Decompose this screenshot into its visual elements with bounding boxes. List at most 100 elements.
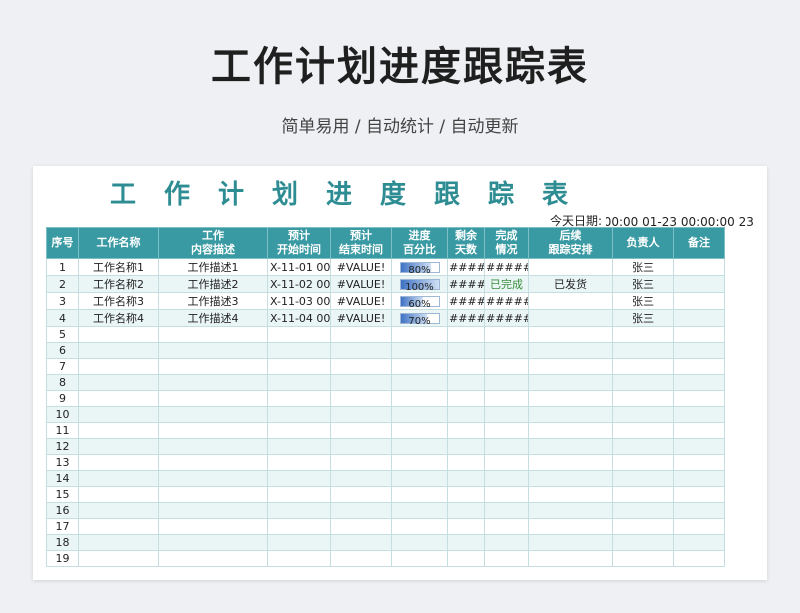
cell-empty[interactable]: [391, 374, 448, 391]
cell-empty[interactable]: [158, 438, 268, 455]
cell-follow[interactable]: 已发货: [528, 275, 613, 293]
cell-empty[interactable]: [484, 390, 529, 407]
cell-empty[interactable]: [158, 502, 268, 519]
cell-empty[interactable]: [78, 518, 159, 535]
cell-empty[interactable]: [612, 454, 674, 471]
cell-desc[interactable]: 工作描述4: [158, 309, 268, 327]
cell-empty[interactable]: [528, 358, 613, 375]
cell-empty[interactable]: [484, 518, 529, 535]
cell-empty[interactable]: [158, 534, 268, 551]
cell-empty[interactable]: [484, 502, 529, 519]
cell-end[interactable]: #VALUE!: [330, 258, 392, 276]
cell-empty[interactable]: [673, 454, 725, 471]
cell-empty[interactable]: [267, 454, 331, 471]
cell-empty[interactable]: [330, 454, 392, 471]
cell-empty[interactable]: [330, 534, 392, 551]
cell-empty[interactable]: [330, 406, 392, 423]
cell-empty[interactable]: [484, 422, 529, 439]
cell-status[interactable]: ######: [484, 258, 529, 276]
cell-empty[interactable]: [612, 518, 674, 535]
cell-empty[interactable]: [484, 534, 529, 551]
cell-end[interactable]: #VALUE!: [330, 309, 392, 327]
cell-empty[interactable]: [528, 534, 613, 551]
cell-empty[interactable]: [447, 470, 485, 487]
cell-empty[interactable]: [391, 342, 448, 359]
cell-no[interactable]: 3: [46, 292, 79, 310]
cell-empty[interactable]: [267, 486, 331, 503]
cell-owner[interactable]: 张三: [612, 275, 674, 293]
cell-empty[interactable]: [78, 406, 159, 423]
cell-start[interactable]: X-11-01 00:0: [267, 258, 331, 276]
cell-empty[interactable]: [528, 550, 613, 567]
cell-remain[interactable]: #####: [447, 309, 485, 327]
cell-empty[interactable]: [267, 374, 331, 391]
cell-status[interactable]: ######: [484, 292, 529, 310]
cell-empty[interactable]: [158, 518, 268, 535]
cell-empty[interactable]: [158, 374, 268, 391]
cell-empty[interactable]: [673, 374, 725, 391]
cell-empty[interactable]: [267, 470, 331, 487]
cell-empty[interactable]: [612, 374, 674, 391]
cell-empty[interactable]: [673, 358, 725, 375]
cell-name[interactable]: 工作名称1: [78, 258, 159, 276]
cell-empty[interactable]: [391, 550, 448, 567]
cell-note[interactable]: [673, 309, 725, 327]
cell-remain[interactable]: #####: [447, 292, 485, 310]
cell-empty[interactable]: [673, 486, 725, 503]
cell-empty[interactable]: [612, 470, 674, 487]
cell-empty[interactable]: [612, 502, 674, 519]
cell-empty[interactable]: [612, 534, 674, 551]
cell-empty[interactable]: [158, 470, 268, 487]
cell-empty[interactable]: [158, 406, 268, 423]
cell-empty[interactable]: [528, 422, 613, 439]
cell-empty[interactable]: [330, 502, 392, 519]
cell-empty[interactable]: [484, 486, 529, 503]
cell-desc[interactable]: 工作描述2: [158, 275, 268, 293]
cell-empty[interactable]: [612, 390, 674, 407]
cell-no[interactable]: 15: [46, 486, 79, 503]
cell-empty[interactable]: [391, 326, 448, 343]
cell-start[interactable]: X-11-04 00:0: [267, 309, 331, 327]
cell-empty[interactable]: [158, 550, 268, 567]
cell-start[interactable]: X-11-03 00:0: [267, 292, 331, 310]
cell-empty[interactable]: [391, 438, 448, 455]
cell-progress[interactable]: 70%: [391, 309, 448, 327]
cell-empty[interactable]: [330, 342, 392, 359]
cell-empty[interactable]: [330, 518, 392, 535]
cell-empty[interactable]: [267, 342, 331, 359]
cell-no[interactable]: 5: [46, 326, 79, 343]
cell-start[interactable]: X-11-02 00:0: [267, 275, 331, 293]
cell-empty[interactable]: [78, 470, 159, 487]
cell-no[interactable]: 16: [46, 502, 79, 519]
cell-empty[interactable]: [673, 502, 725, 519]
cell-empty[interactable]: [267, 358, 331, 375]
cell-end[interactable]: #VALUE!: [330, 292, 392, 310]
cell-empty[interactable]: [391, 486, 448, 503]
cell-empty[interactable]: [447, 454, 485, 471]
cell-empty[interactable]: [391, 390, 448, 407]
cell-no[interactable]: 6: [46, 342, 79, 359]
cell-empty[interactable]: [447, 486, 485, 503]
cell-name[interactable]: 工作名称3: [78, 292, 159, 310]
cell-empty[interactable]: [447, 438, 485, 455]
cell-empty[interactable]: [391, 422, 448, 439]
cell-remain[interactable]: #####: [447, 275, 485, 293]
cell-progress[interactable]: 80%: [391, 258, 448, 276]
cell-empty[interactable]: [673, 390, 725, 407]
cell-empty[interactable]: [484, 550, 529, 567]
cell-empty[interactable]: [267, 422, 331, 439]
cell-no[interactable]: 18: [46, 534, 79, 551]
cell-empty[interactable]: [612, 406, 674, 423]
cell-empty[interactable]: [158, 390, 268, 407]
cell-progress[interactable]: 100%: [391, 275, 448, 293]
cell-empty[interactable]: [158, 326, 268, 343]
cell-desc[interactable]: 工作描述3: [158, 292, 268, 310]
cell-owner[interactable]: 张三: [612, 309, 674, 327]
cell-empty[interactable]: [267, 406, 331, 423]
cell-progress[interactable]: 60%: [391, 292, 448, 310]
cell-empty[interactable]: [391, 518, 448, 535]
cell-empty[interactable]: [78, 454, 159, 471]
cell-empty[interactable]: [612, 358, 674, 375]
cell-empty[interactable]: [484, 438, 529, 455]
cell-empty[interactable]: [267, 390, 331, 407]
